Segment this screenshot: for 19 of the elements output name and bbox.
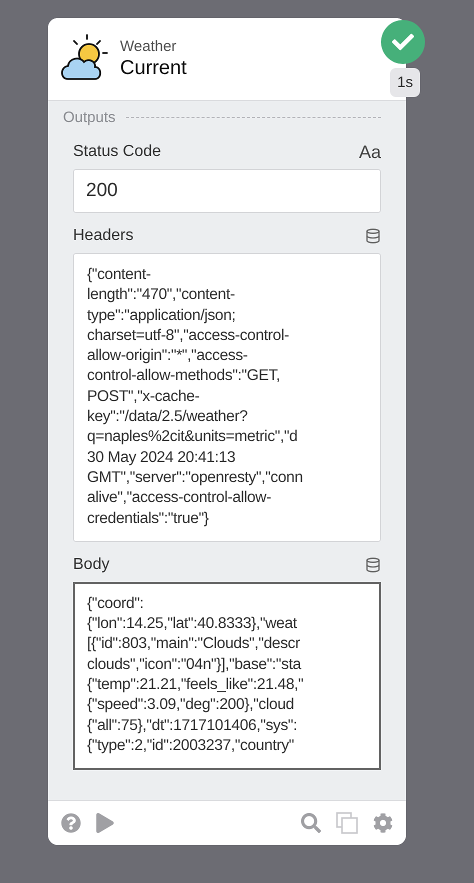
settings-button[interactable] <box>373 813 393 833</box>
play-button[interactable] <box>95 813 115 833</box>
duration-badge: 1s <box>390 68 420 97</box>
database-icon <box>365 228 381 244</box>
app-name: Weather <box>120 38 178 55</box>
field-label: Body <box>73 556 110 574</box>
check-icon <box>392 31 414 53</box>
help-button[interactable] <box>61 813 81 833</box>
copy-button[interactable] <box>335 811 359 835</box>
value-field[interactable]: {"coord": {"lon":14.25,"lat":40.8333},"weat [{"id":803,"main":"Clouds","descr clouds","icon":"04n"}],"base":"sta {"temp":21.21,"feels_like":21.48," {"speed":3.09,"deg":200},"cloud {"all":75},"dt":1717101406,"sys": {"type":2,"id":2003237,"country" <box>73 582 381 770</box>
database-icon <box>365 556 381 573</box>
search-button[interactable] <box>301 813 321 833</box>
field-label: Headers <box>73 227 134 245</box>
value-field[interactable]: 200 <box>73 169 381 213</box>
section-label: Outputs <box>63 108 116 126</box>
text-type-indicator: Aa <box>358 142 381 162</box>
action-title: Current <box>120 57 187 80</box>
value-field[interactable]: {"content- length":"470","content- type":"application/json; charset=utf-8","access-control- allow-origin":"*","access- control-allow-methods":"GET, POST","x-cache- key":"/data/2.5/weather? q=naples%2cit&units=metric","d 30 May 2024 20:41:13 GMT","server":"openresty","conn alive","access-control-allow- credentials":"true"} <box>73 253 381 542</box>
field-label: Status Code <box>73 143 162 161</box>
